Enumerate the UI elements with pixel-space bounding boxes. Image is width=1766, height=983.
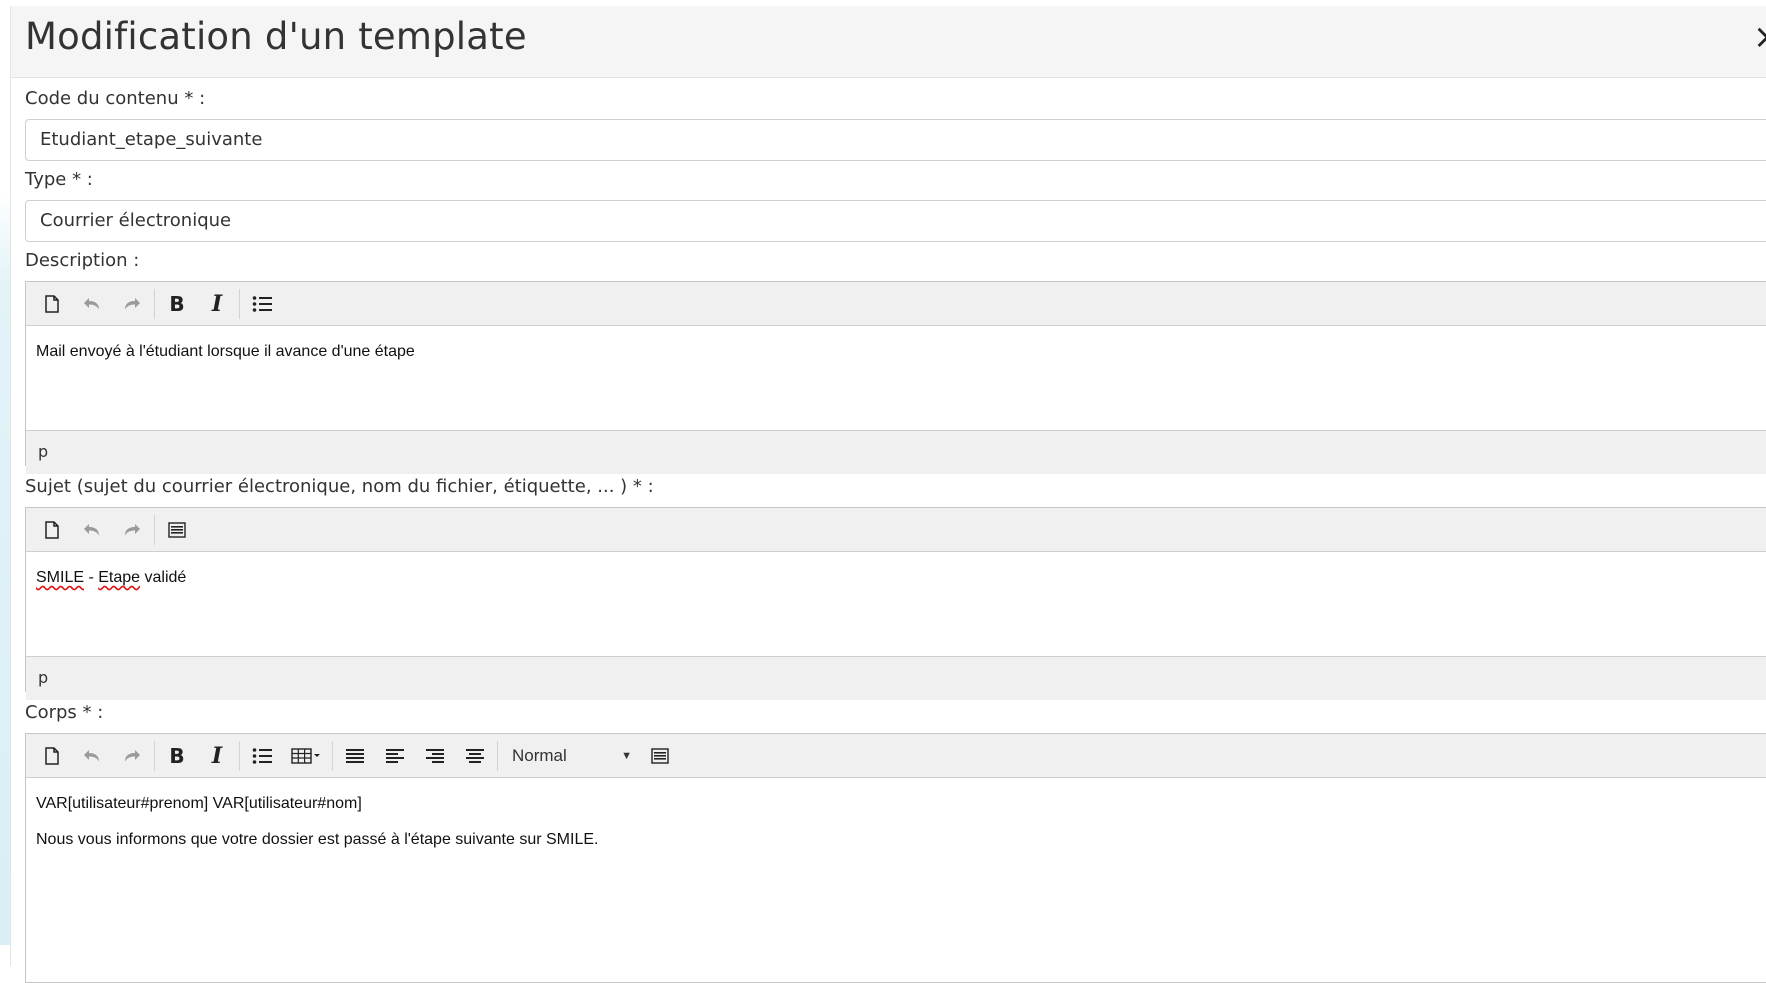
toolbar-separator: [154, 288, 155, 319]
spelling-error-word: Etape: [98, 569, 141, 586]
new-document-icon[interactable]: [32, 512, 72, 548]
corps-line: VAR[utilisateur#prenom] VAR[utilisateur#…: [36, 795, 362, 812]
description-text: Mail envoyé à l'étudiant lorsque il avan…: [36, 343, 415, 360]
redo-icon[interactable]: [112, 738, 152, 774]
bold-button[interactable]: B: [157, 738, 197, 774]
sujet-content[interactable]: SMILE - Etape validé: [26, 552, 1766, 656]
code-label: Code du contenu * :: [25, 88, 206, 109]
corps-toolbar: B I Normal ▼: [26, 734, 1766, 778]
description-statusbar: p: [26, 430, 1766, 474]
code-input[interactable]: Etudiant_etape_suivante: [25, 119, 1766, 161]
close-button[interactable]: ×: [1753, 12, 1766, 62]
toolbar-separator: [154, 740, 155, 771]
sujet-editor: SMILE - Etape validé p: [25, 507, 1766, 700]
chevron-down-icon: ▼: [621, 749, 632, 762]
corps-content[interactable]: VAR[utilisateur#prenom] VAR[utilisateur#…: [26, 778, 1766, 978]
type-input[interactable]: Courrier électronique: [25, 200, 1766, 242]
corps-label: Corps * :: [25, 702, 104, 723]
sujet-label: Sujet (sujet du courrier électronique, n…: [25, 476, 654, 497]
toolbar-separator: [497, 740, 498, 771]
modal-title: Modification d'un template: [25, 15, 527, 58]
sujet-text: SMILE - Etape validé: [36, 568, 1766, 587]
template-edit-modal: Modification d'un template × Code du con…: [10, 6, 1766, 983]
modal-header: Modification d'un template ×: [11, 6, 1766, 78]
keyboard-icon[interactable]: [640, 738, 680, 774]
table-icon[interactable]: [282, 738, 330, 774]
description-toolbar: B I: [26, 282, 1766, 326]
undo-icon[interactable]: [72, 512, 112, 548]
sujet-text-rest: validé: [140, 569, 187, 586]
bold-button[interactable]: B: [157, 286, 197, 322]
new-document-icon[interactable]: [32, 286, 72, 322]
toolbar-separator: [239, 288, 240, 319]
description-label: Description :: [25, 250, 140, 271]
align-left-icon[interactable]: [375, 738, 415, 774]
type-label: Type * :: [25, 169, 93, 190]
format-select[interactable]: Normal ▼: [500, 738, 640, 774]
sujet-statusbar: p: [26, 656, 1766, 700]
spelling-error-word: SMILE: [36, 569, 85, 586]
corps-line: Nous vous informons que votre dossier es…: [36, 831, 599, 848]
description-content[interactable]: Mail envoyé à l'étudiant lorsque il avan…: [26, 326, 1766, 430]
redo-icon[interactable]: [112, 286, 152, 322]
description-editor: B I Mail envoyé à l'étudiant lorsque il …: [25, 281, 1766, 474]
italic-button[interactable]: I: [197, 286, 237, 322]
new-document-icon[interactable]: [32, 738, 72, 774]
bullet-list-icon[interactable]: [242, 738, 282, 774]
keyboard-icon[interactable]: [157, 512, 197, 548]
corps-editor: B I Normal ▼ VAR[utilisateur#prenom] VAR…: [25, 733, 1766, 983]
align-justify-icon[interactable]: [335, 738, 375, 774]
align-center-icon[interactable]: [455, 738, 495, 774]
toolbar-separator: [239, 740, 240, 771]
align-right-icon[interactable]: [415, 738, 455, 774]
redo-icon[interactable]: [112, 512, 152, 548]
sujet-text-mid: -: [84, 569, 99, 586]
format-select-value: Normal: [512, 745, 567, 765]
undo-icon[interactable]: [72, 286, 112, 322]
sujet-toolbar: [26, 508, 1766, 552]
italic-button[interactable]: I: [197, 738, 237, 774]
bullet-list-icon[interactable]: [242, 286, 282, 322]
toolbar-separator: [332, 740, 333, 771]
undo-icon[interactable]: [72, 738, 112, 774]
toolbar-separator: [154, 514, 155, 545]
